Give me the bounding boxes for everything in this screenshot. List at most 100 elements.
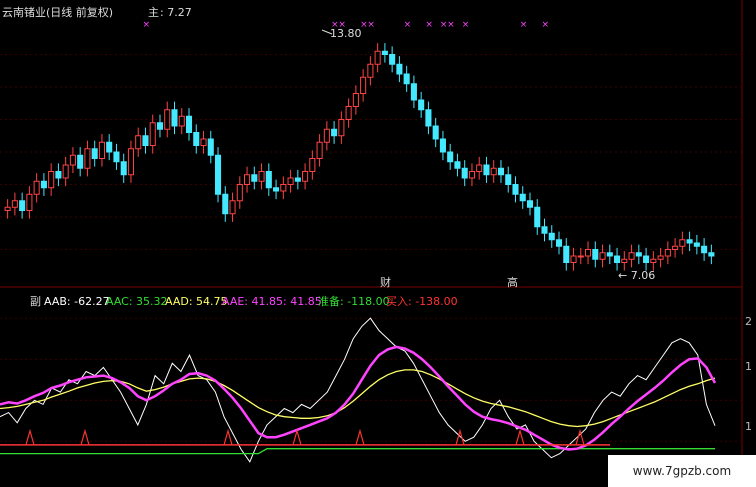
candle-body (403, 73, 410, 85)
candle-body (135, 135, 142, 150)
low-price-label: ← 7.06 (618, 269, 655, 282)
indicator-legend-item: 准备: -118.00 (318, 294, 390, 308)
candle-body (294, 177, 301, 182)
price-panel: × × × × × × × × × × × × (0, 0, 743, 487)
series-line-AAC (0, 448, 715, 455)
candle-body (127, 148, 135, 176)
candle-body (258, 171, 265, 182)
candle-body (635, 252, 642, 257)
candle-body (62, 164, 69, 179)
candle-body (331, 128, 338, 137)
candle-body (512, 184, 519, 195)
candle-body (273, 187, 280, 192)
candle-body (120, 161, 127, 176)
candle-body (418, 99, 425, 111)
candle-body (519, 193, 526, 202)
main-value: : 7.27 (160, 6, 192, 19)
indicator-legend-item: AAC: 35.32 (106, 295, 168, 308)
candle-body (69, 154, 76, 166)
candle-body (584, 249, 592, 257)
candle-body (360, 76, 367, 94)
chart-canvas: × × × × × × × × × × × × 云南锗业(日线 前复权) 主 : 7.27 13.80… (0, 0, 752, 487)
candle-body (410, 83, 417, 101)
candle-body (193, 132, 200, 146)
signal-marker: × (404, 20, 412, 30)
candle-body (48, 171, 55, 189)
candle-body (606, 252, 613, 257)
candle-body (11, 200, 18, 208)
candle-body (439, 138, 446, 153)
candle-body (302, 171, 309, 182)
candle-body (178, 115, 185, 127)
candle-body (345, 106, 352, 120)
indicator-legend-item: AAD: 54.75 (165, 295, 228, 308)
candle-body (570, 255, 577, 263)
candle-body (454, 161, 461, 169)
buy-signal-spike (80, 428, 90, 446)
candle-body (91, 148, 98, 159)
candle-body (425, 109, 432, 127)
candle-body (592, 249, 599, 260)
candle-body (316, 141, 323, 159)
buy-signal-spike (455, 428, 465, 446)
main-label: 主 (148, 6, 159, 19)
candle-body (621, 258, 628, 263)
candle-body (650, 258, 657, 263)
buy-signal-spike (515, 428, 525, 446)
candle-body (468, 171, 475, 179)
candle-body (207, 138, 214, 156)
signal-marker: × (367, 20, 375, 30)
candle-body (701, 245, 708, 254)
candle-body (367, 63, 374, 78)
candle-body (490, 167, 497, 176)
candle-body (287, 177, 294, 185)
indicator-panel (0, 317, 742, 463)
candle-body (432, 125, 439, 140)
candle-body (156, 122, 164, 130)
candle-body (389, 54, 396, 65)
buy-signal-spike (25, 428, 35, 446)
candle-body (526, 200, 534, 208)
buy-signal-spike (292, 428, 302, 446)
signal-marker: × (462, 20, 470, 30)
candle-body (149, 122, 156, 146)
candle-body (171, 109, 178, 127)
candle-body (164, 109, 171, 130)
candle-body (185, 115, 193, 133)
signal-marker: × (142, 20, 150, 30)
candle-body (447, 151, 454, 163)
candle-body (396, 63, 403, 75)
indicator-gridlines (0, 317, 742, 442)
candle-body (280, 184, 287, 192)
candle-body (614, 255, 621, 263)
candle-body (657, 255, 664, 260)
candle-body (534, 206, 541, 228)
chart-title: 云南锗业(日线 前复权) (2, 5, 113, 19)
axis-tick-3: 1 (745, 420, 752, 433)
indicator-legend-item: 买入: -138.00 (386, 295, 458, 308)
indicator-legend-item: AAE: 41.85 (222, 295, 283, 308)
buy-signal-spike (355, 428, 365, 446)
series-line-AAD (0, 369, 716, 428)
candle-body (26, 193, 33, 211)
signal-marker: × (520, 20, 528, 30)
axis-tick-1: 2 (745, 315, 752, 328)
candle-body (599, 252, 606, 260)
candle-body (98, 141, 105, 159)
candle-body (323, 128, 330, 143)
candle-body (77, 154, 84, 169)
candle-body (483, 164, 490, 176)
signal-marker: × (542, 20, 550, 30)
candle-body (679, 239, 686, 247)
candle-body (222, 193, 229, 215)
candle-body (461, 167, 468, 179)
candle-body (251, 174, 258, 182)
high-price-label: 13.80 (330, 27, 362, 40)
candle-body (541, 226, 548, 234)
candle-body (229, 200, 236, 215)
candlesticks (4, 43, 715, 271)
indicator-legend-item: : 41.85 (283, 295, 322, 308)
candle-body (555, 239, 563, 247)
candle-body (142, 135, 149, 146)
candle-body (686, 239, 693, 244)
